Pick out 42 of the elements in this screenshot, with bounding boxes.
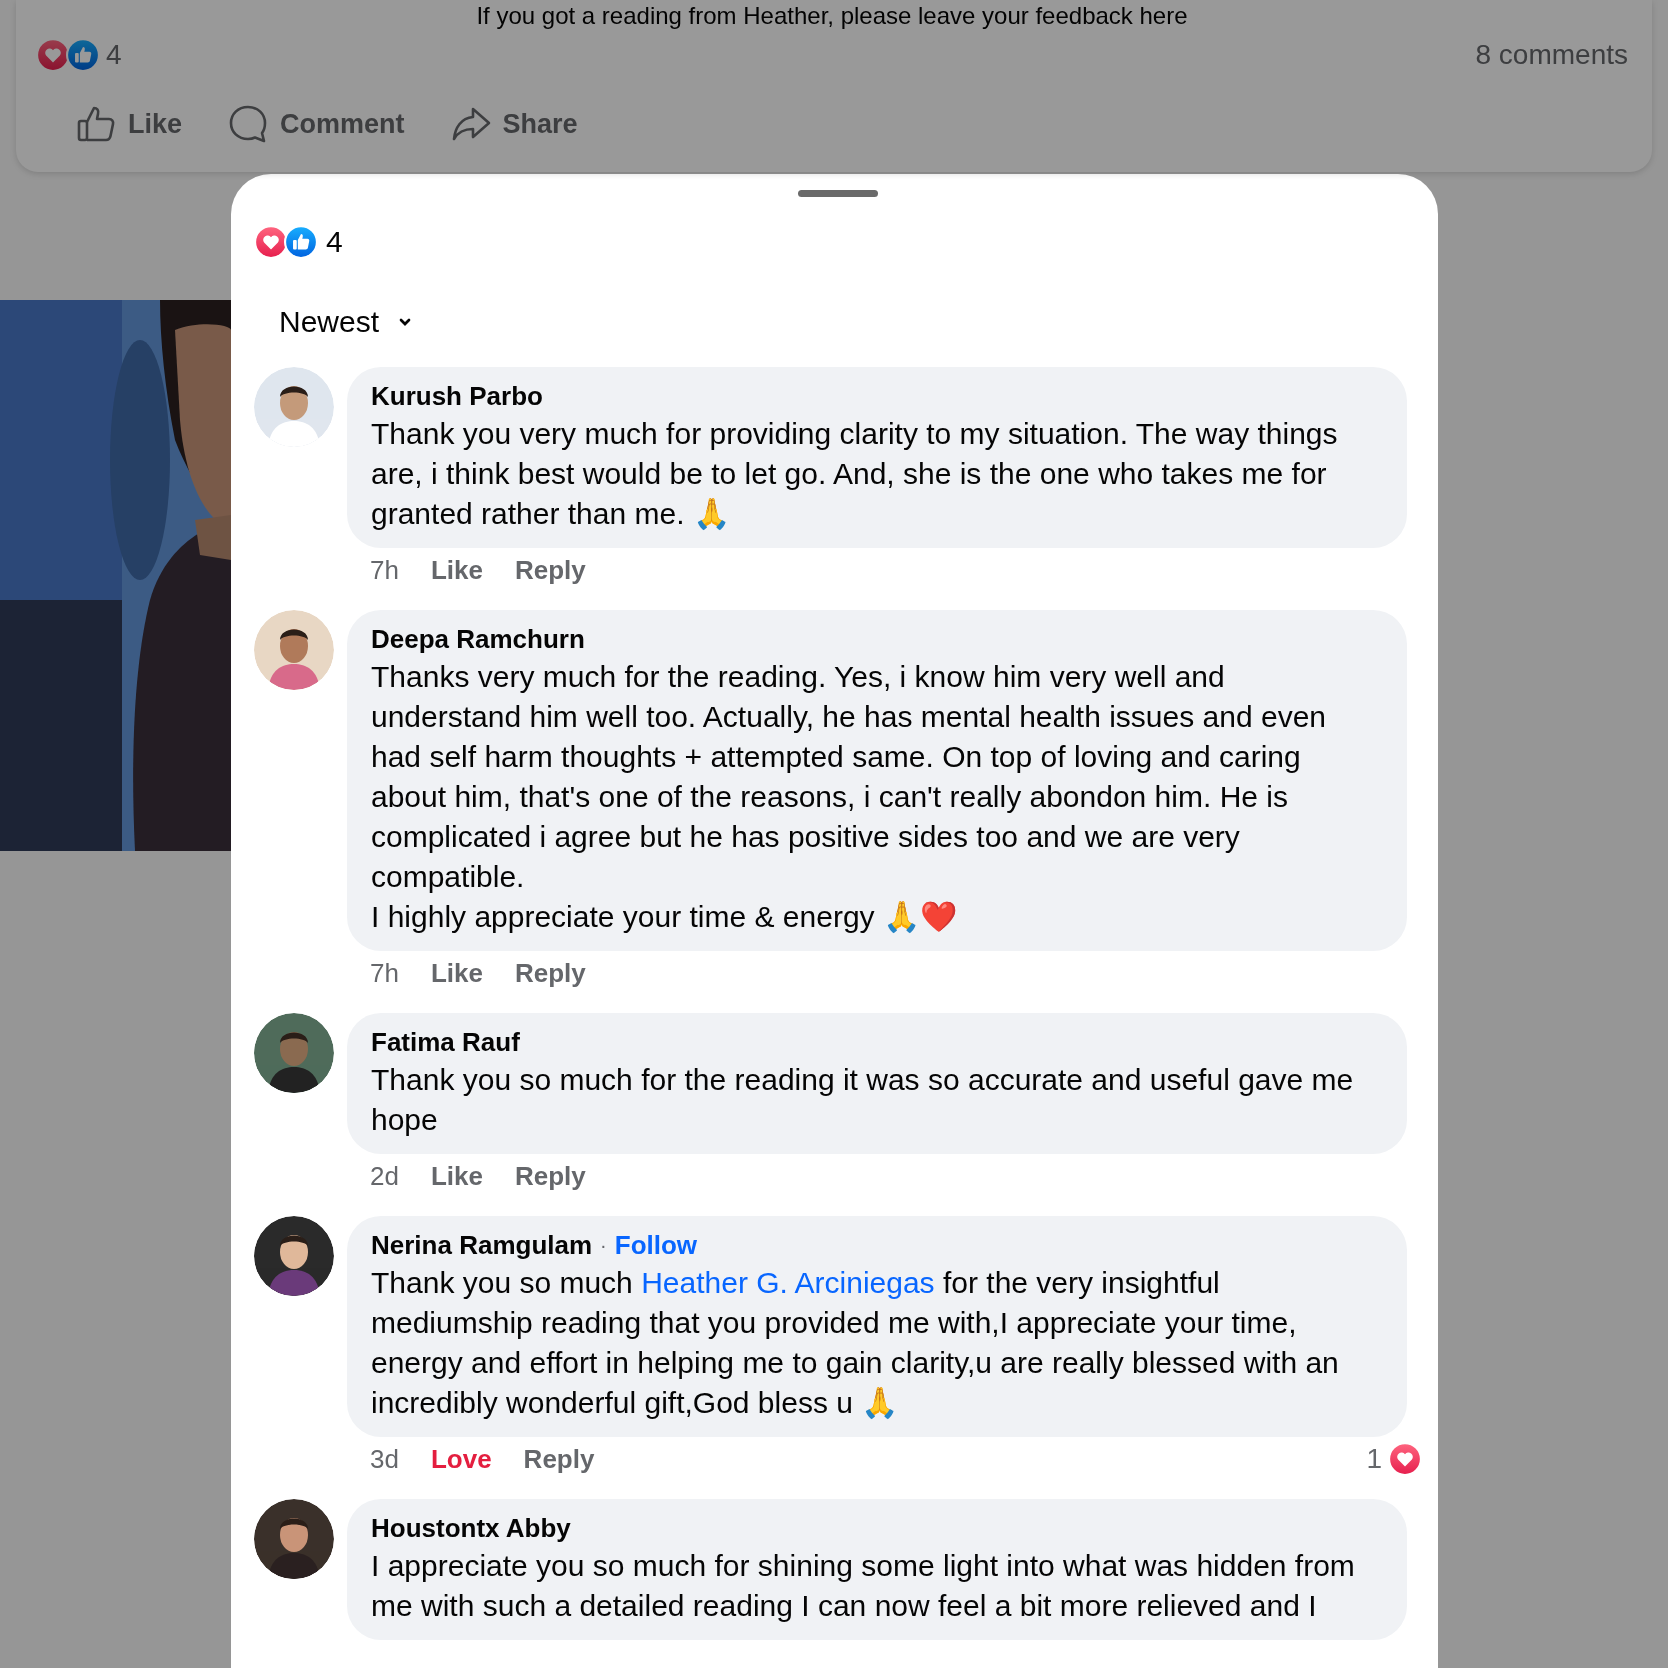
comment-icon bbox=[228, 104, 269, 144]
reaction-count: 4 bbox=[326, 225, 343, 259]
comment-text: Thank you so much Heather G. Arciniegas for the very insightful mediumship reading that you provided me with,I appreciate your time, energy and effort in helping me to gain clarity,u are really blessed with an incredibly wonderful gift,God bless u 🙏 bbox=[371, 1265, 1340, 1421]
drag-handle[interactable] bbox=[798, 190, 878, 197]
comment-author[interactable]: Deepa Ramchurn bbox=[371, 623, 585, 655]
reaction-count: 1 bbox=[1366, 1443, 1382, 1475]
comment-text: I appreciate you so much for shining some light into what was hidden from me with such a detailed reading I can now feel a bit more relieved and I bbox=[371, 1548, 1356, 1624]
separator-dot: · bbox=[600, 1233, 607, 1258]
like-button[interactable]: Like bbox=[430, 957, 483, 989]
follow-link[interactable]: Follow bbox=[614, 1229, 698, 1261]
comment-text: Thank you very much for providing clarity to my situation. The way things are, i think best would be to let go. And, she is the one who takes me for granted rather than me. 🙏 bbox=[371, 416, 1339, 532]
post-caption: If you got a reading from Heather, please leave your feedback here bbox=[475, 1, 1189, 31]
comment-count[interactable]: 8 comments bbox=[1475, 39, 1628, 71]
like-button[interactable]: Like bbox=[76, 104, 183, 144]
like-button[interactable]: Like bbox=[430, 1160, 483, 1192]
reply-button[interactable]: Reply bbox=[514, 1160, 586, 1192]
comment-author[interactable]: Fatima Rauf bbox=[371, 1026, 520, 1058]
love-reaction-icon bbox=[1388, 1442, 1422, 1476]
comment-author[interactable]: Kurush Parbo bbox=[371, 380, 543, 412]
comment-button[interactable]: Comment bbox=[228, 104, 405, 144]
comment-time: 2d bbox=[370, 1160, 399, 1192]
share-button[interactable]: Share bbox=[450, 104, 578, 144]
like-button[interactable]: Love bbox=[430, 1443, 492, 1475]
comment-time: 7h bbox=[370, 554, 399, 586]
comment-time: 7h bbox=[370, 957, 399, 989]
like-reaction-icon bbox=[66, 38, 100, 72]
like-button[interactable]: Like bbox=[430, 554, 483, 586]
like-reaction-icon bbox=[284, 225, 318, 259]
mention-link[interactable]: Heather G. Arciniegas bbox=[641, 1266, 935, 1299]
comment-text: Thank you so much for the reading it was so accurate and useful gave me hope bbox=[371, 1062, 1355, 1138]
comment-text: Thanks very much for the reading. Yes, i know him very well and understand him well too. Actually, he has mental health issues and even had self harm thoughts + attempted same. On top of loving and caring about him, that's one of the reasons, i can't really abondon him. He is complicated i agree but he has positive sides too and we are very compatible. I highly appreciate your time & energy 🙏❤ bbox=[371, 659, 1328, 935]
reply-button[interactable]: Reply bbox=[514, 554, 586, 586]
comment-time: 3d bbox=[370, 1443, 399, 1475]
love-reaction-icon bbox=[254, 225, 288, 259]
comment-author[interactable]: Nerina Ramgulam bbox=[371, 1229, 593, 1261]
reply-button[interactable]: Reply bbox=[523, 1443, 595, 1475]
love-reaction-icon bbox=[36, 38, 70, 72]
like-icon bbox=[76, 104, 116, 144]
reaction-count: 4 bbox=[106, 39, 122, 71]
comment-author[interactable]: Houstontx Abby bbox=[371, 1512, 571, 1544]
sort-dropdown[interactable]: Newest bbox=[279, 305, 414, 339]
reply-button[interactable]: Reply bbox=[514, 957, 586, 989]
